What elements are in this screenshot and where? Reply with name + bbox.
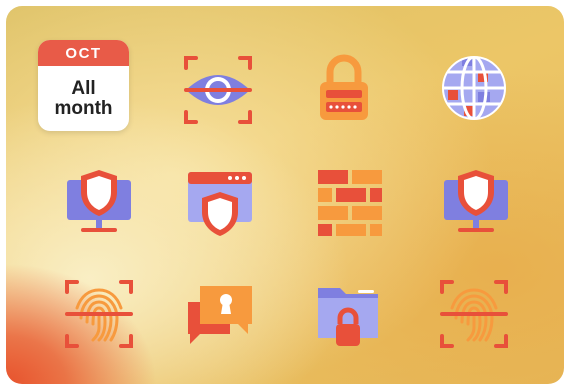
folder-lock-icon: [312, 278, 384, 350]
eye-scan-icon: [182, 54, 254, 126]
padlock-password-icon: [308, 54, 380, 126]
calendar-badge: OCT All month: [38, 40, 129, 131]
monitor-shield-icon: [440, 166, 512, 238]
calendar-subtitle: All month: [54, 77, 113, 119]
firewall-icon: [314, 166, 386, 238]
globe-icon: [438, 52, 510, 124]
fingerprint-scan-icon: [438, 278, 510, 350]
chat-keyhole-icon: [184, 280, 256, 352]
security-icons-card: OCT All month: [6, 6, 564, 384]
fingerprint-scan-icon: [63, 278, 135, 350]
monitor-shield-icon: [63, 166, 135, 238]
browser-shield-icon: [184, 168, 256, 240]
calendar-month: OCT: [38, 40, 129, 66]
